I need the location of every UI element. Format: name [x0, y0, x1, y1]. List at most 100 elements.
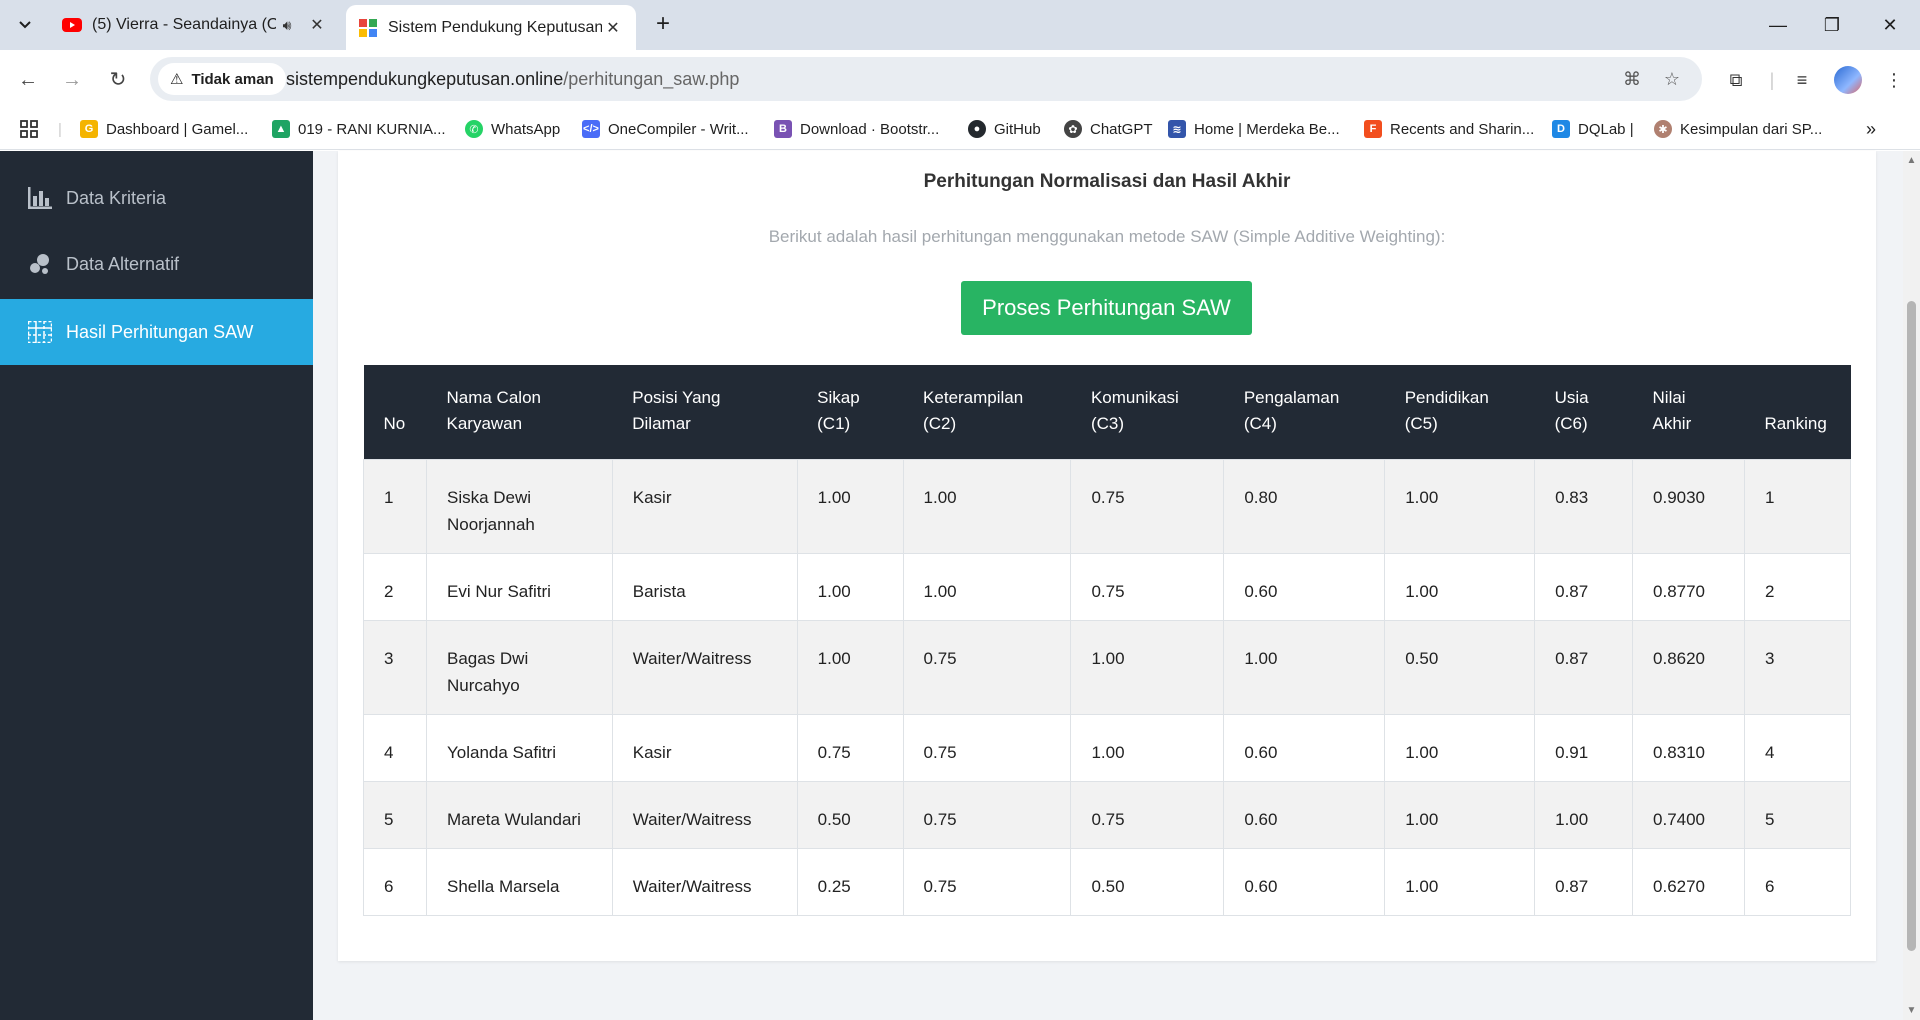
sidebar-item-label: Hasil Perhitungan SAW: [66, 321, 254, 342]
table-header-row: No Nama Calon Karyawan Posisi Yang Dilam…: [363, 365, 1851, 459]
translate-icon[interactable]: ⌘: [1620, 67, 1644, 91]
table-cell: 2: [1743, 552, 1852, 621]
media-control-icon[interactable]: ≡: [1788, 66, 1816, 94]
table-cell: 0.75: [1070, 458, 1225, 554]
table-cell: 0.75: [902, 847, 1072, 916]
table-cell: 0.9030: [1632, 458, 1745, 554]
saw-result-table: No Nama Calon Karyawan Posisi Yang Dilam…: [363, 365, 1852, 916]
url-host: sistempendukungkeputusan.online: [286, 69, 564, 89]
reload-icon[interactable]: ↻: [102, 64, 134, 96]
table-cell: 3: [363, 619, 427, 715]
figma-icon: F: [1364, 120, 1382, 138]
onecompiler-icon: </>: [582, 120, 600, 138]
youtube-icon: [62, 15, 82, 35]
bookmark-item[interactable]: ✆ WhatsApp: [465, 116, 560, 142]
table-cell: Barista: [611, 552, 798, 621]
sidebar-item-hasil-perhitungan-saw[interactable]: Hasil Perhitungan SAW: [0, 299, 313, 365]
bookmark-item[interactable]: D DQLab |: [1552, 116, 1634, 142]
table-cell: 1: [1743, 458, 1852, 554]
column-header: Nama Calon Karyawan: [426, 365, 613, 459]
security-label: Tidak aman: [191, 70, 274, 88]
bookmarks-bar: | G Dashboard | Gamel... ▲ 019 - RANI KU…: [0, 108, 1920, 150]
sidebar-item-data-alternatif[interactable]: Data Alternatif: [0, 231, 313, 297]
security-chip[interactable]: ⚠ Tidak aman: [158, 63, 286, 95]
more-bookmarks-icon[interactable]: »: [1866, 116, 1876, 142]
close-icon[interactable]: ✕: [306, 15, 328, 35]
table-cell: 1.00: [1534, 780, 1634, 849]
table-cell: 0.50: [1070, 847, 1225, 916]
address-bar[interactable]: ⚠ Tidak aman sistempendukungkeputusan.on…: [150, 57, 1702, 101]
table-grid-icon: [28, 320, 52, 344]
bookmark-item[interactable]: ✱ Kesimpulan dari SP...: [1654, 116, 1822, 142]
table-cell: 3: [1743, 619, 1852, 715]
github-icon: ●: [968, 120, 986, 138]
table-cell: 5: [363, 780, 427, 849]
extensions-icon[interactable]: ⧉: [1722, 66, 1750, 94]
bookmark-item[interactable]: B Download · Bootstr...: [774, 116, 939, 142]
profile-avatar[interactable]: [1834, 66, 1862, 94]
column-header: Nilai Akhir: [1632, 365, 1745, 459]
table-row: 5 Mareta Wulandari Waiter/Waitress 0.50 …: [363, 780, 1852, 849]
divider: |: [1769, 70, 1775, 90]
table-row: 2 Evi Nur Safitri Barista 1.00 1.00 0.75…: [363, 552, 1852, 621]
minimize-icon[interactable]: —: [1758, 10, 1798, 40]
table-cell: Mareta Wulandari: [425, 780, 613, 849]
table-cell: 0.6270: [1632, 847, 1745, 916]
sidebar-item-label: Data Alternatif: [66, 253, 180, 274]
table-cell: 1.00: [1070, 713, 1225, 782]
bookmark-item[interactable]: ▲ 019 - RANI KURNIA...: [272, 116, 446, 142]
warning-icon: ⚠: [170, 71, 184, 88]
table-cell: 0.25: [796, 847, 904, 916]
table-cell: 0.75: [796, 713, 904, 782]
result-card: Perhitungan Normalisasi dan Hasil Akhir …: [338, 151, 1876, 961]
apps-grid-icon[interactable]: [20, 116, 38, 142]
proses-perhitungan-saw-button[interactable]: Proses Perhitungan SAW: [961, 281, 1252, 335]
url-text[interactable]: sistempendukungkeputusan.online/perhitun…: [286, 69, 739, 90]
table-cell: Waiter/Waitress: [611, 847, 798, 916]
table-cell: 1.00: [796, 458, 904, 554]
table-cell: 0.60: [1223, 847, 1386, 916]
browser-toolbar: ← → ↻ ⚠ Tidak aman sistempendukungkeputu…: [0, 50, 1920, 108]
scroll-down-icon[interactable]: ▼: [1906, 1005, 1917, 1016]
star-icon[interactable]: ☆: [1660, 67, 1684, 91]
menu-kebab-icon[interactable]: ⋮: [1880, 66, 1908, 94]
bookmark-item[interactable]: F Recents and Sharin...: [1364, 116, 1534, 142]
tab-spk[interactable]: Sistem Pendukung Keputusan R ✕: [346, 5, 636, 50]
tab-youtube[interactable]: (5) Vierra - Seandainya (Offi 🔊︎ ✕: [50, 7, 340, 43]
table-cell: 1.00: [1384, 552, 1536, 621]
column-header: Usia (C6): [1534, 365, 1633, 459]
forward-icon[interactable]: →: [56, 64, 88, 96]
dqlab-icon: D: [1552, 120, 1570, 138]
table-cell: 1.00: [796, 619, 904, 715]
scrollbar-thumb[interactable]: [1907, 301, 1916, 951]
table-cell: 0.75: [902, 713, 1072, 782]
table-cell: 0.87: [1534, 847, 1634, 916]
bookmark-item[interactable]: ≋ Home | Merdeka Be...: [1168, 116, 1340, 142]
tab-strip: (5) Vierra - Seandainya (Offi 🔊︎ ✕ Siste…: [0, 0, 1920, 50]
scroll-up-icon[interactable]: ▲: [1906, 155, 1917, 166]
table-cell: 0.60: [1223, 780, 1386, 849]
sidebar: Data Kriteria Data Alternatif Hasil Perh…: [0, 151, 313, 1020]
table-cell: Yolanda Safitri: [425, 713, 613, 782]
close-window-icon[interactable]: ✕: [1870, 10, 1910, 40]
speaker-icon[interactable]: 🔊︎: [276, 17, 298, 34]
bookmark-item[interactable]: ● GitHub: [968, 116, 1041, 142]
restore-icon[interactable]: ❐: [1812, 10, 1852, 40]
new-tab-button[interactable]: +: [648, 10, 678, 40]
sidebar-item-data-kriteria[interactable]: Data Kriteria: [0, 165, 313, 231]
tab-search-icon[interactable]: [8, 8, 42, 42]
circles-icon: [28, 252, 52, 276]
main-content: Perhitungan Normalisasi dan Hasil Akhir …: [313, 151, 1903, 1020]
table-row: 1 Siska Dewi Noorjannah Kasir 1.00 1.00 …: [363, 458, 1852, 554]
back-icon[interactable]: ←: [12, 64, 44, 96]
bookmark-item[interactable]: G Dashboard | Gamel...: [80, 116, 248, 142]
column-header: Ranking: [1744, 365, 1851, 459]
bookmark-item[interactable]: ✿ ChatGPT: [1064, 116, 1153, 142]
table-cell: 6: [1743, 847, 1852, 916]
table-cell: 0.91: [1534, 713, 1634, 782]
page-scrollbar[interactable]: ▲ ▼: [1903, 151, 1920, 1020]
bookmark-item[interactable]: </> OneCompiler - Writ...: [582, 116, 749, 142]
google-drive-icon: ▲: [272, 120, 290, 138]
close-icon[interactable]: ✕: [602, 18, 624, 38]
table-cell: 0.8310: [1632, 713, 1745, 782]
